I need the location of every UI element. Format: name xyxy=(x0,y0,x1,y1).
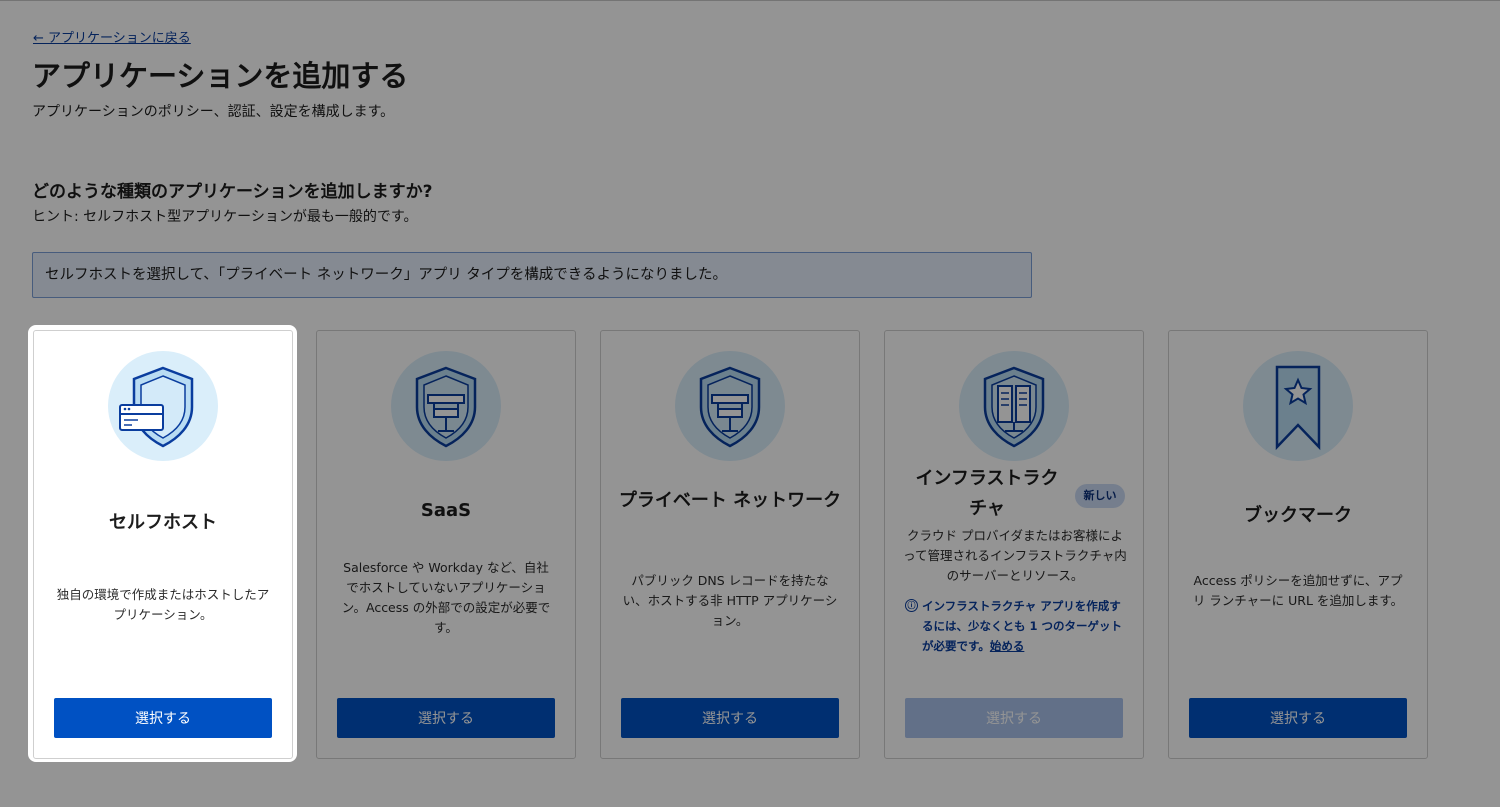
select-bookmark-button[interactable]: 選択する xyxy=(1189,698,1407,738)
card-title: ブックマーク xyxy=(1244,505,1352,526)
shield-server-rack-icon xyxy=(959,351,1069,461)
info-notice: セルフホストを選択して、「プライベート ネットワーク」アプリ タイプを構成できる… xyxy=(32,252,1032,298)
app-type-card-infrastructure: インフラストラクチャ 新しい クラウド プロバイダまたはお客様によって管理される… xyxy=(884,330,1144,759)
page-subtitle: アプリケーションのポリシー、認証、設定を構成します。 xyxy=(32,104,395,120)
shield-network-icon xyxy=(675,351,785,461)
card-description: Access ポリシーを追加せずに、アプリ ランチャーに URL を追加します。 xyxy=(1192,573,1404,608)
select-saas-button[interactable]: 選択する xyxy=(337,698,555,738)
select-private-network-button[interactable]: 選択する xyxy=(621,698,839,738)
get-started-link[interactable]: 始める xyxy=(990,639,1025,653)
new-badge: 新しい xyxy=(1075,484,1125,508)
app-type-card-self-hosted: セルフホスト 独自の環境で作成またはホストしたアプリケーション。 選択する xyxy=(33,330,293,759)
card-title: セルフホスト xyxy=(109,512,217,533)
card-description: 独自の環境で作成またはホストしたアプリケーション。 xyxy=(56,587,270,622)
section-question: どのような種類のアプリケーションを追加しますか? xyxy=(32,182,433,202)
app-type-card-bookmark: ブックマーク Access ポリシーを追加せずに、アプリ ランチャーに URL … xyxy=(1168,330,1428,759)
shield-network-icon xyxy=(391,351,501,461)
select-infrastructure-button[interactable]: 選択する xyxy=(905,698,1123,738)
app-type-card-private-network: プライベート ネットワーク パブリック DNS レコードを持たない、ホストする非… xyxy=(600,330,860,759)
card-title: インフラストラクチャ xyxy=(915,468,1059,519)
info-icon: ⓘ xyxy=(905,599,918,612)
shield-server-icon xyxy=(108,351,218,461)
card-description: クラウド プロバイダまたはお客様によって管理されるインフラストラクチャ内のサーバ… xyxy=(903,528,1127,583)
target-required-note: ⓘ インフラストラクチャ アプリを作成するには、少なくとも 1 つのターゲットが… xyxy=(905,596,1127,656)
card-description: Salesforce や Workday など、自社でホストしていないアプリケー… xyxy=(341,560,551,635)
app-type-card-saas: SaaS Salesforce や Workday など、自社でホストしていない… xyxy=(316,330,576,759)
select-self-hosted-button[interactable]: 選択する xyxy=(54,698,272,738)
section-hint: ヒント: セルフホスト型アプリケーションが最も一般的です。 xyxy=(32,209,418,225)
card-description: パブリック DNS レコードを持たない、ホストする非 HTTP アプリケーション… xyxy=(622,573,838,628)
bookmark-star-icon xyxy=(1243,351,1353,461)
back-to-applications-link[interactable]: ← アプリケーションに戻る xyxy=(33,27,191,46)
card-title: SaaS xyxy=(420,500,472,521)
page-title: アプリケーションを追加する xyxy=(32,59,409,93)
spotlight-highlight: セルフホスト 独自の環境で作成またはホストしたアプリケーション。 選択する xyxy=(28,325,297,762)
card-title: プライベート ネットワーク xyxy=(618,490,842,511)
